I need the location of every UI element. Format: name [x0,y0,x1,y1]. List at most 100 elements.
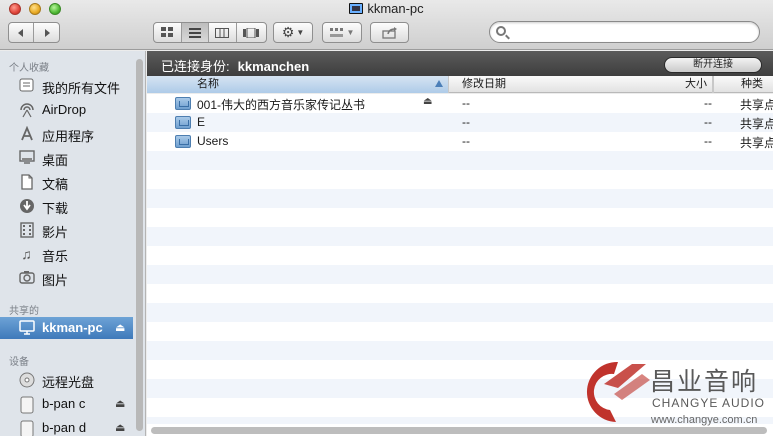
column-header-date-label: 修改日期 [462,78,506,90]
sidebar-scrollbar-thumb[interactable] [136,59,143,431]
coverflow-view-button[interactable] [237,23,266,42]
sidebar-item-label: b-pan d [42,420,87,435]
share-button[interactable] [370,22,409,43]
sidebar-item-remote-disc[interactable]: 远程光盘 [0,369,133,391]
documents-icon [18,174,35,190]
column-header-name[interactable]: 名称 [147,76,449,93]
watermark-brand-cn: 昌业音响 [650,368,759,396]
sidebar-item-label: 音乐 [42,249,69,264]
connection-bar: 已连接身份: kkmanchen 断开连接 [147,51,773,76]
sidebar-item-documents[interactable]: 文稿 [0,171,133,193]
drive-icon [18,420,35,436]
shared-folder-icon [175,135,191,148]
sidebar-item-b-pan-c[interactable]: b-pan c ⏏ [0,393,133,415]
file-date: -- [462,134,470,148]
favorites-header: 个人收藏 [9,63,49,74]
search-input[interactable] [512,25,752,39]
column-header-kind-label: 种类 [741,78,763,90]
sidebar-item-b-pan-d[interactable]: b-pan d ⏏ [0,417,133,436]
sidebar-item-label: AirDrop [42,102,87,117]
empty-row [147,322,773,341]
file-date: -- [462,115,470,129]
sidebar-item-desktop[interactable]: 桌面 [0,147,133,169]
empty-row [147,208,773,227]
column-header: 名称 修改日期 大小 种类 [147,76,773,93]
view-mode-control [153,22,267,43]
file-name: 001-伟大的西方音乐家传记丛书 [197,98,366,112]
sidebar: 个人收藏 我的所有文件 AirDrop 应用程序 桌面 文稿 下载 影片 ♫ 音… [0,51,146,436]
empty-row [147,189,773,208]
eject-icon[interactable]: ⏏ [115,421,125,434]
column-header-size[interactable]: 大小 [597,76,714,93]
search-field[interactable] [489,21,760,43]
column-header-kind[interactable]: 种类 [729,76,773,93]
computer-icon [18,320,35,336]
optical-disc-icon [18,372,35,388]
eject-icon[interactable]: ⏏ [115,397,125,410]
sidebar-item-label: 图片 [42,273,69,288]
empty-row [147,284,773,303]
sidebar-item-label: 下载 [42,201,69,216]
sidebar-item-applications[interactable]: 应用程序 [0,123,133,145]
sidebar-item-all-files[interactable]: 我的所有文件 [0,75,133,97]
empty-row [147,265,773,284]
sort-ascending-icon [435,80,443,87]
window-title: kkman-pc [0,1,773,16]
sidebar-item-music[interactable]: ♫ 音乐 [0,243,133,265]
disconnect-button[interactable]: 断开连接 [664,57,762,73]
list-view-icon [188,27,201,38]
gear-icon: ⚙ [281,24,295,40]
empty-row [147,303,773,322]
file-date: -- [462,96,470,110]
empty-row [147,151,773,170]
table-row[interactable]: Users -- -- 共享点 [147,132,773,151]
table-row[interactable]: E -- -- 共享点 [147,113,773,132]
sidebar-item-downloads[interactable]: 下载 [0,195,133,217]
sidebar-item-label: 应用程序 [42,129,95,144]
sidebar-item-airdrop[interactable]: AirDrop [0,99,133,121]
window-title-text: kkman-pc [367,1,424,16]
action-menu-button[interactable]: ⚙ ▼ [273,22,313,43]
watermark: 昌业音响 CHANGYE AUDIO www.changye.com.cn [570,356,770,432]
share-icon [381,26,397,39]
file-size: -- [704,115,712,129]
connected-user: kkmanchen [237,59,310,74]
column-view-icon [215,27,230,38]
window-toolbar: kkman-pc ⚙ ▼ ▼ [0,0,773,50]
sidebar-item-label: kkman-pc [42,320,103,335]
sidebar-item-kkman-pc[interactable]: kkman-pc ⏏ [0,317,133,339]
sidebar-item-label: b-pan c [42,396,86,411]
chevron-left-icon [18,28,23,37]
connection-status: 已连接身份: kkmanchen [161,56,309,75]
sidebar-item-pictures[interactable]: 图片 [0,267,133,289]
file-size: -- [704,134,712,148]
back-button[interactable] [9,23,35,42]
arrange-menu-button[interactable]: ▼ [322,22,362,43]
forward-button[interactable] [34,23,59,42]
sidebar-item-movies[interactable]: 影片 [0,219,133,241]
eject-icon[interactable]: ⏏ [423,96,432,107]
empty-row [147,170,773,189]
file-name: Users [197,134,229,148]
icon-view-icon [161,27,174,37]
sidebar-item-label: 文稿 [42,177,69,192]
changye-logo-icon [586,361,650,422]
drive-icon [18,396,35,414]
arrange-icon [329,27,343,37]
file-kind: 共享点 [740,136,773,150]
icon-view-button[interactable] [154,23,182,42]
sidebar-item-label: 远程光盘 [42,375,95,390]
search-icon [496,26,506,36]
music-icon: ♫ [21,246,32,262]
file-size: -- [704,96,712,110]
movies-icon [18,222,35,238]
column-view-button[interactable] [209,23,237,42]
sidebar-item-label: 影片 [42,225,69,240]
sidebar-scrollbar[interactable] [136,59,143,436]
chevron-down-icon: ▼ [296,28,305,37]
table-row[interactable]: 001-伟大的西方音乐家传记丛书 ⏏ -- -- 共享点 [147,94,773,113]
applications-icon [18,125,35,142]
eject-icon[interactable]: ⏏ [115,321,125,334]
pictures-icon [18,270,35,286]
list-view-button[interactable] [181,23,210,42]
